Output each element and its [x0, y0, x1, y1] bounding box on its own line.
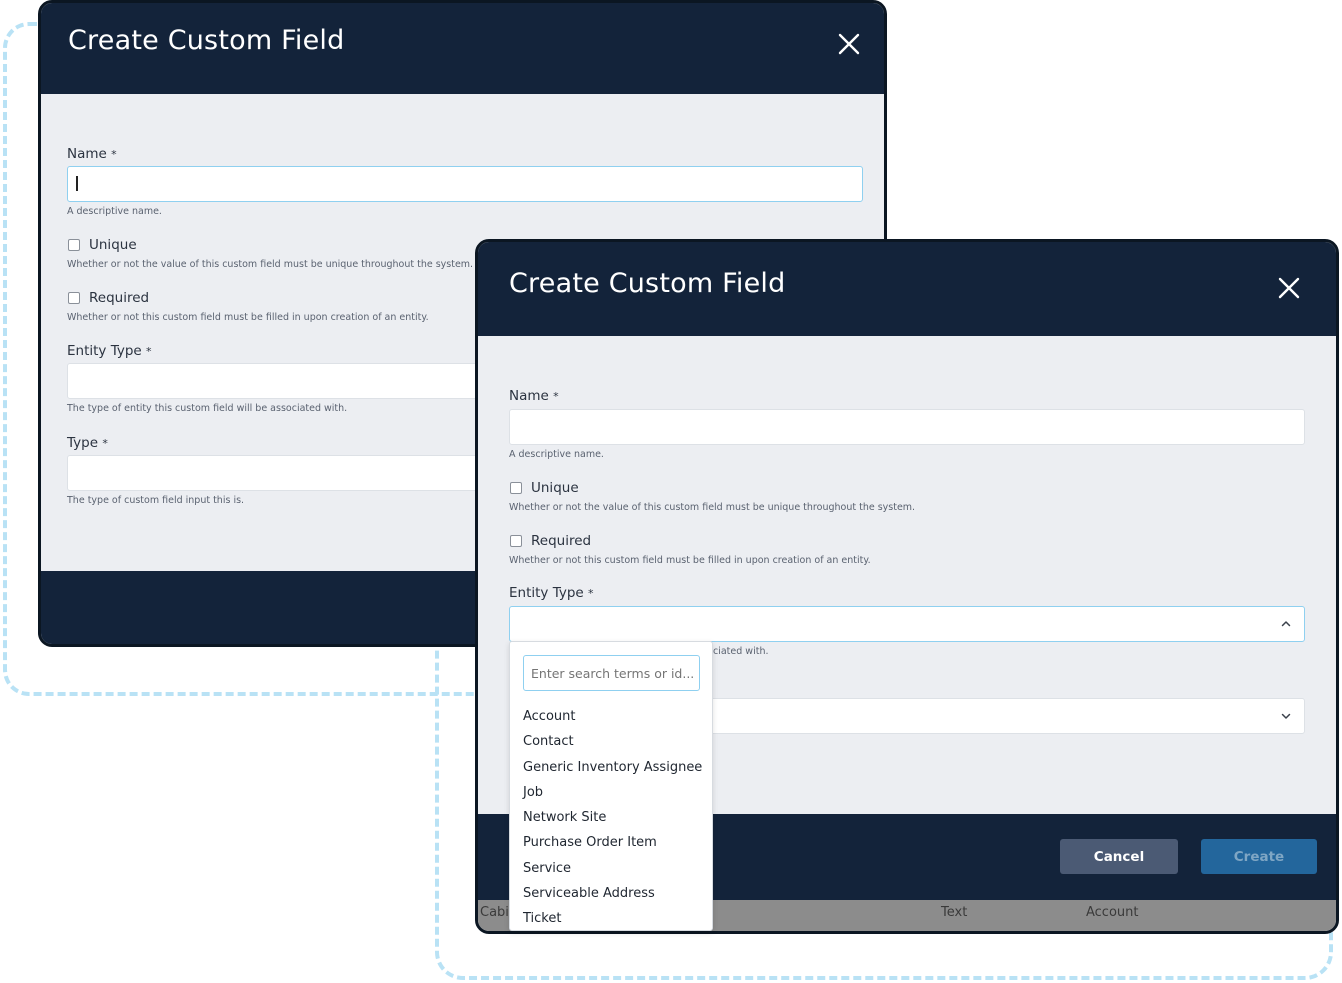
type-help: The type of custom field input this is. [67, 495, 245, 506]
dropdown-search-input[interactable] [523, 655, 700, 691]
table-cell: Account [1086, 905, 1139, 920]
chevron-down-icon [1281, 713, 1291, 719]
required-help: Whether or not this custom field must be… [67, 312, 429, 323]
entity-type-dropdown: Account Contact Generic Inventory Assign… [509, 641, 713, 931]
dropdown-option-contact[interactable]: Contact [523, 729, 702, 754]
close-icon[interactable] [836, 31, 862, 57]
type-label: Type * [67, 435, 108, 451]
entity-type-select[interactable] [509, 606, 1305, 642]
dialog-title: Create Custom Field [68, 25, 345, 56]
dropdown-option-account[interactable]: Account [523, 704, 702, 729]
dialog-header: Create Custom Field [41, 3, 884, 94]
required-label: Required [89, 290, 150, 306]
create-button[interactable]: Create [1201, 839, 1317, 874]
entity-type-label: Entity Type * [509, 585, 594, 601]
name-help: A descriptive name. [509, 449, 604, 460]
required-checkbox[interactable] [510, 535, 522, 547]
unique-help: Whether or not the value of this custom … [509, 502, 916, 513]
required-checkbox[interactable] [68, 292, 80, 304]
dropdown-option-purchase-order-item[interactable]: Purchase Order Item [523, 830, 702, 855]
dropdown-option-generic-inventory-assignee[interactable]: Generic Inventory Assignee [523, 755, 702, 780]
name-label: Name * [509, 388, 559, 404]
dropdown-option-network-site[interactable]: Network Site [523, 805, 702, 830]
name-label: Name * [67, 146, 117, 162]
unique-help: Whether or not the value of this custom … [67, 259, 474, 270]
dropdown-option-ticket[interactable]: Ticket [523, 906, 702, 931]
name-input[interactable] [67, 166, 863, 202]
entity-type-help: The type of entity this custom field wil… [67, 403, 348, 414]
unique-checkbox[interactable] [510, 482, 522, 494]
dropdown-option-service[interactable]: Service [523, 856, 702, 881]
dropdown-option-serviceable-address[interactable]: Serviceable Address [523, 881, 702, 906]
unique-label: Unique [89, 237, 137, 253]
unique-checkbox[interactable] [68, 239, 80, 251]
text-caret [76, 176, 78, 191]
dropdown-option-job[interactable]: Job [523, 780, 702, 805]
entity-type-help: ciated with. [713, 646, 769, 657]
unique-label: Unique [531, 480, 579, 496]
dialog-title: Create Custom Field [509, 268, 786, 299]
dropdown-options: Account Contact Generic Inventory Assign… [523, 704, 702, 932]
cancel-button[interactable]: Cancel [1060, 839, 1178, 874]
close-icon[interactable] [1276, 275, 1302, 301]
table-cell: Text [941, 905, 968, 920]
required-label: Required [531, 533, 592, 549]
name-input[interactable] [509, 409, 1305, 445]
required-help: Whether or not this custom field must be… [509, 555, 871, 566]
dialog-header: Create Custom Field [478, 242, 1336, 336]
chevron-up-icon [1281, 621, 1291, 627]
entity-type-label: Entity Type * [67, 343, 152, 359]
name-help: A descriptive name. [67, 206, 162, 217]
